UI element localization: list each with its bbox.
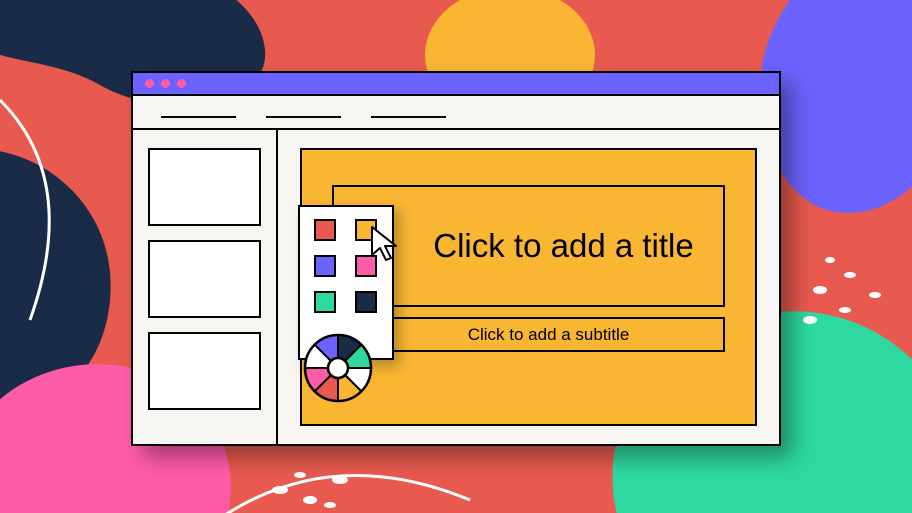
menu-bar: [133, 96, 779, 130]
swatch-coral[interactable]: [314, 219, 336, 241]
cursor-icon: [369, 225, 403, 263]
menu-item[interactable]: [266, 116, 341, 118]
slide-thumbnail[interactable]: [148, 332, 261, 410]
window-control-dot[interactable]: [161, 79, 170, 88]
window-control-dot[interactable]: [177, 79, 186, 88]
window-control-dot[interactable]: [145, 79, 154, 88]
swatch-green[interactable]: [314, 291, 336, 313]
color-wheel-icon[interactable]: [303, 333, 373, 403]
slide-thumbnail[interactable]: [148, 148, 261, 226]
menu-item[interactable]: [161, 116, 236, 118]
slide-thumbnail-panel: [133, 130, 278, 444]
title-bar: [133, 73, 779, 96]
swatch-navy[interactable]: [355, 291, 377, 313]
menu-item[interactable]: [371, 116, 446, 118]
app-window: Click to add a title Click to add a subt…: [131, 71, 781, 446]
slide-thumbnail[interactable]: [148, 240, 261, 318]
content-area: Click to add a title Click to add a subt…: [133, 130, 779, 444]
swatch-purple[interactable]: [314, 255, 336, 277]
